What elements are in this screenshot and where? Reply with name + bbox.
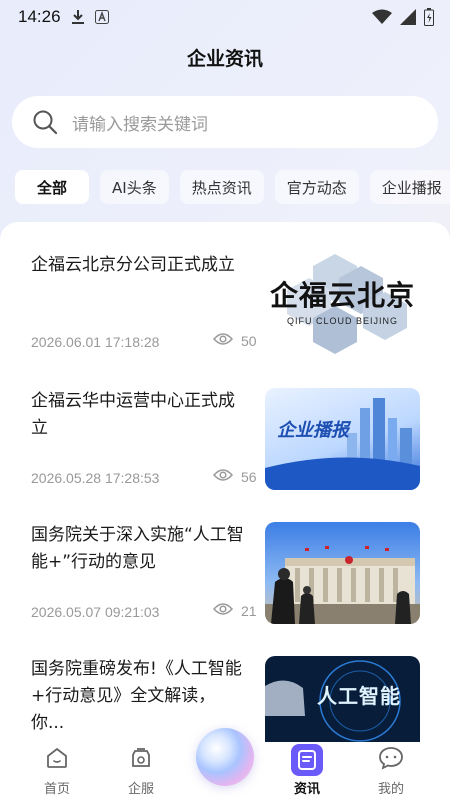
nav-service[interactable]: 企服	[106, 742, 176, 800]
thumb-headline: 人工智能	[317, 684, 401, 708]
page-title: 企业资讯	[186, 48, 263, 70]
eye-icon	[212, 468, 234, 485]
battery-icon	[424, 8, 434, 26]
news-views: 21	[212, 602, 257, 619]
profile-icon	[377, 744, 405, 772]
news-title: 企福云华中运营中心正式成立	[31, 391, 235, 438]
news-date: 2026.05.28 17:28:53	[31, 470, 160, 486]
thumb-subtitle: QIFU CLOUD BEIJING	[286, 316, 398, 326]
thumb-headline: 企福云北京	[269, 279, 415, 312]
news-list: 企福云北京分公司正式成立 2026.06.01 17:18:28 50 企福云北…	[0, 222, 450, 742]
nav-label: 企服	[127, 782, 154, 797]
nav-label: 首页	[43, 782, 70, 797]
news-item[interactable]: 企福云华中运营中心正式成立 2026.05.28 17:28:53 56 企业播…	[0, 358, 450, 490]
nav-news[interactable]: 资讯	[272, 742, 342, 800]
tab-hot-news[interactable]: 热点资讯	[179, 170, 264, 204]
news-title: 国务院关于深入实施“人工智能+”行动的意见	[31, 525, 244, 572]
wifi-icon	[372, 9, 392, 25]
tab-enterprise-broadcast[interactable]: 企业播报	[369, 170, 450, 204]
ai-assistant-orb[interactable]	[196, 728, 254, 786]
news-views: 56	[212, 468, 257, 485]
news-title: 国务院重磅发布!《人工智能+行动意见》全文解读，你...	[31, 659, 242, 733]
download-icon	[71, 9, 85, 25]
news-title: 企福云北京分公司正式成立	[31, 255, 235, 275]
status-time: 14:26	[18, 7, 61, 26]
thumb-headline: 企业播报	[277, 420, 349, 441]
news-thumbnail	[265, 522, 420, 624]
home-icon	[43, 744, 71, 772]
nav-label: 资讯	[293, 782, 320, 797]
nav-home[interactable]: 首页	[22, 742, 92, 800]
news-thumbnail: 人工智能	[265, 656, 420, 742]
news-item[interactable]: 企福云北京分公司正式成立 2026.06.01 17:18:28 50 企福云北…	[0, 222, 450, 354]
news-thumbnail: 企业播报	[265, 388, 420, 490]
eye-icon	[212, 602, 234, 619]
tab-official-updates[interactable]: 官方动态	[274, 170, 359, 204]
news-item[interactable]: 国务院重磅发布!《人工智能+行动意见》全文解读，你... 人工智能	[0, 626, 450, 742]
search-input[interactable]: 请输入搜索关键词	[12, 96, 438, 148]
view-count: 56	[241, 468, 257, 485]
status-bar: 14:26	[0, 0, 450, 34]
news-thumbnail: 企福云北京 QIFU CLOUD BEIJING	[265, 252, 420, 354]
view-count: 21	[241, 602, 257, 619]
news-date: 2026.06.01 17:18:28	[31, 334, 160, 350]
tab-ai-headlines[interactable]: AI头条	[100, 170, 169, 204]
news-views: 50	[212, 332, 257, 349]
news-item[interactable]: 国务院关于深入实施“人工智能+”行动的意见 2026.05.07 09:21:0…	[0, 492, 450, 624]
nav-profile[interactable]: 我的	[356, 742, 426, 800]
signal-icon	[400, 9, 416, 25]
search-icon	[32, 109, 58, 135]
news-icon	[291, 744, 323, 776]
news-date: 2026.05.07 09:21:03	[31, 604, 160, 620]
nav-label: 我的	[377, 782, 404, 797]
app-notification-icon	[94, 10, 109, 24]
search-placeholder: 请输入搜索关键词	[72, 114, 208, 135]
service-icon	[127, 744, 155, 772]
category-tabs: 全部 AI头条 热点资讯 官方动态 企业播报	[15, 169, 450, 205]
tab-all[interactable]: 全部	[15, 170, 90, 204]
eye-icon	[212, 332, 234, 349]
view-count: 50	[241, 332, 257, 349]
